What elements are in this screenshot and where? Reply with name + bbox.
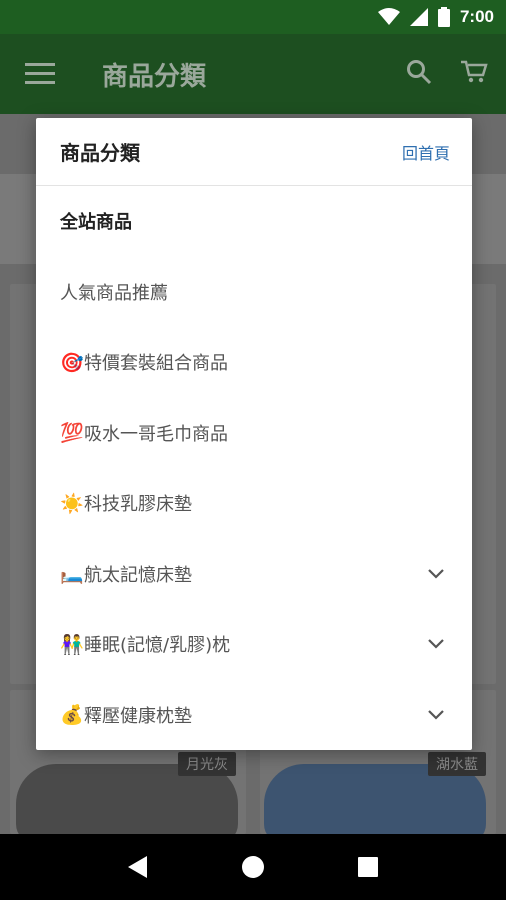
- search-icon: [407, 60, 432, 85]
- chevron-down-icon[interactable]: [424, 562, 448, 586]
- bed-icon: 🛏️: [60, 563, 84, 586]
- category-label: 航太記憶床墊: [84, 564, 192, 586]
- category-item-all[interactable]: 全站商品: [36, 186, 472, 257]
- battery-icon: [437, 7, 450, 27]
- cart-icon: [461, 60, 488, 83]
- hamburger-icon: [25, 63, 55, 84]
- back-triangle-icon: [127, 856, 147, 878]
- category-label: 科技乳膠床墊: [84, 494, 192, 516]
- category-label: 全站商品: [60, 212, 132, 234]
- home-circle-icon: [241, 856, 264, 878]
- status-bar: 7:00: [0, 0, 506, 34]
- app-bar-title: 商品分類: [102, 61, 207, 92]
- category-label: 睡眠(記憶/乳膠)枕: [84, 635, 231, 657]
- category-item-popular[interactable]: 人氣商品推薦: [36, 257, 472, 328]
- category-dialog: 商品分類 回首頁 全站商品 人氣商品推薦 🎯 特價套裝組合商品 💯 吸水一哥毛巾…: [36, 118, 472, 750]
- sun-icon: ☀️: [60, 492, 84, 515]
- category-list: 全站商品 人氣商品推薦 🎯 特價套裝組合商品 💯 吸水一哥毛巾商品 ☀️ 科技乳…: [36, 186, 472, 750]
- chevron-down-icon[interactable]: [424, 703, 448, 727]
- hundred-icon: 💯: [60, 422, 84, 445]
- couple-icon: 👫: [60, 633, 84, 656]
- category-item-memory-mattress[interactable]: 🛏️ 航太記憶床墊: [36, 539, 472, 610]
- recents-square-icon: [358, 857, 379, 877]
- wifi-icon: [377, 8, 400, 26]
- category-label: 釋壓健康枕墊: [84, 705, 192, 727]
- color-tag: 湖水藍: [428, 752, 486, 776]
- category-label: 人氣商品推薦: [60, 282, 168, 304]
- search-button[interactable]: [406, 59, 432, 89]
- home-link[interactable]: 回首頁: [402, 140, 450, 164]
- color-tag: 月光灰: [178, 752, 236, 776]
- home-button[interactable]: [233, 847, 273, 887]
- system-nav-bar: [0, 834, 506, 900]
- target-icon: 🎯: [60, 351, 84, 374]
- pillow-image: [16, 764, 238, 844]
- status-time: 7:00: [459, 7, 494, 26]
- pillow-image: [264, 764, 486, 844]
- category-item-bundle[interactable]: 🎯 特價套裝組合商品: [36, 327, 472, 398]
- menu-button[interactable]: [0, 34, 80, 114]
- cell-signal-icon: [409, 8, 428, 26]
- category-item-latex-mattress[interactable]: ☀️ 科技乳膠床墊: [36, 468, 472, 539]
- category-item-pillow[interactable]: 👫 睡眠(記憶/乳膠)枕: [36, 609, 472, 680]
- dialog-header: 商品分類 回首頁: [36, 118, 472, 186]
- chevron-down-icon[interactable]: [424, 632, 448, 656]
- category-item-cushion[interactable]: 💰 釋壓健康枕墊: [36, 680, 472, 751]
- back-button[interactable]: [118, 847, 158, 887]
- category-label: 特價套裝組合商品: [84, 353, 228, 375]
- cart-button[interactable]: [460, 59, 488, 89]
- category-label: 吸水一哥毛巾商品: [84, 423, 228, 445]
- recents-button[interactable]: [348, 847, 388, 887]
- money-bag-icon: 💰: [60, 704, 84, 727]
- app-bar: 商品分類: [0, 34, 506, 114]
- dialog-title: 商品分類: [60, 141, 140, 165]
- category-item-towel[interactable]: 💯 吸水一哥毛巾商品: [36, 398, 472, 469]
